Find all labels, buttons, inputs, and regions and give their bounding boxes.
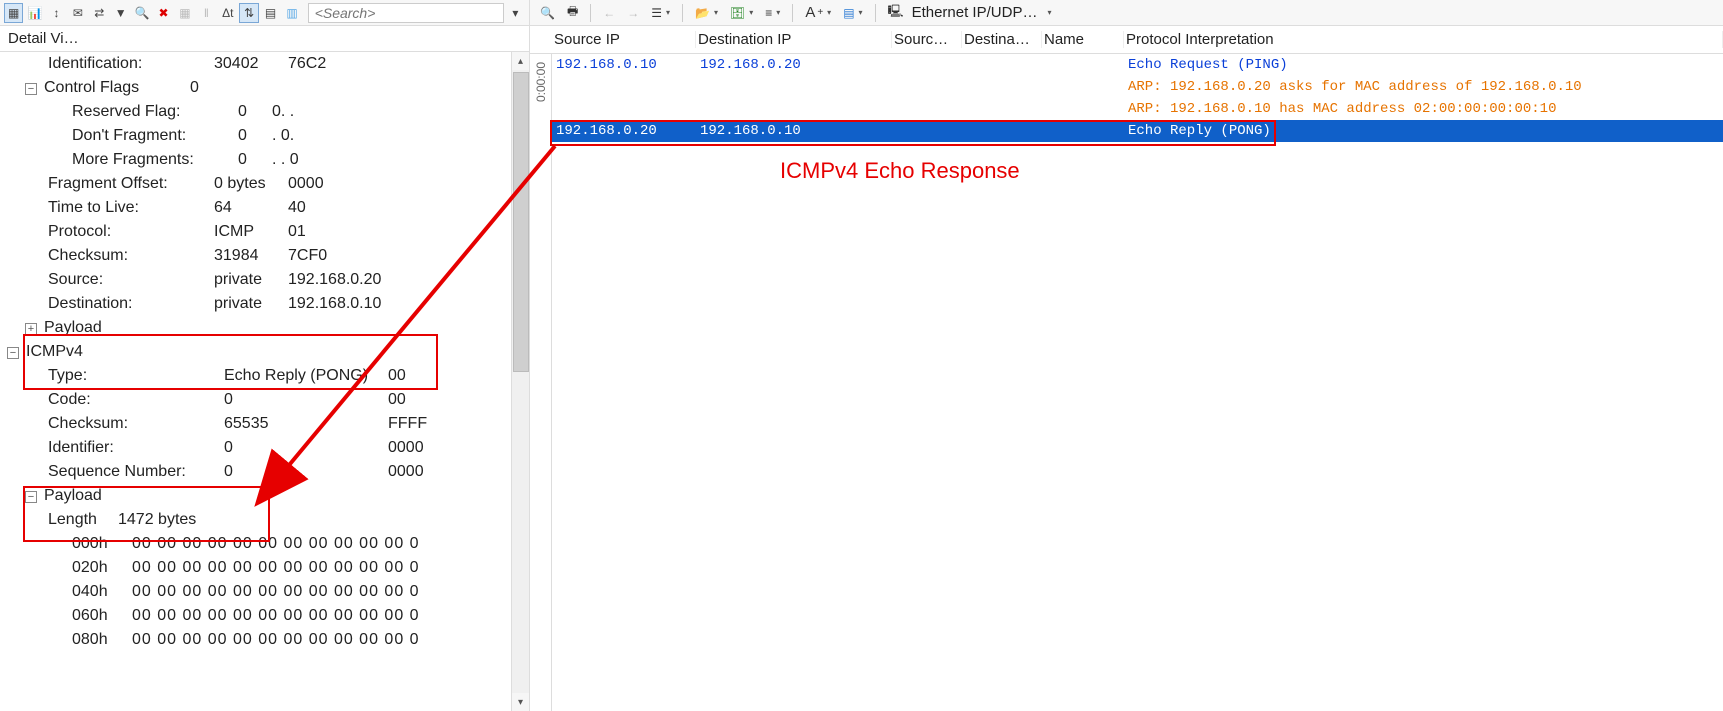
scroll-up-icon[interactable]: ▴ (512, 52, 529, 70)
ip-fragment-offset-row[interactable]: Fragment Offset: 0 bytes 0000 (0, 172, 502, 196)
packet-list[interactable]: 192.168.0.10192.168.0.20Echo Request (PI… (552, 54, 1723, 711)
rtb-font-icon[interactable]: A+▾ (801, 3, 835, 23)
hex-row-0[interactable]: 000h 00 00 00 00 00 00 00 00 00 00 00 0 (0, 532, 502, 556)
ip-reserved-flag-row[interactable]: Reserved Flag: 0 0. . (0, 100, 502, 124)
protocol-dropdown-label[interactable]: Ethernet IP/UDP… (912, 4, 1038, 21)
packet-row[interactable]: 192.168.0.10192.168.0.20 Echo Request (PI… (552, 54, 1723, 76)
rtb-db-icon[interactable]: 🗄▾ (726, 3, 757, 23)
toolbar-btn-9[interactable]: ▦ (175, 3, 194, 23)
collapse-icon[interactable]: − (6, 340, 26, 364)
ip-payload-row[interactable]: + Payload (0, 316, 502, 340)
ip-destination-row[interactable]: Destination: private 192.168.0.10 (0, 292, 502, 316)
rtb-device-icon[interactable]: 🖳 (884, 3, 908, 23)
packet-proto: ARP: 192.168.0.20 asks for MAC address o… (1128, 79, 1723, 95)
hex-row-3[interactable]: 060h 00 00 00 00 00 00 00 00 00 00 00 0 (0, 604, 502, 628)
rtb-open-icon[interactable]: 📂▾ (691, 3, 722, 23)
packet-row[interactable]: ARP: 192.168.0.10 has MAC address 02:00:… (552, 98, 1723, 120)
collapse-icon[interactable]: − (24, 76, 44, 100)
right-body: 0:00:00 192.168.0.10192.168.0.20Echo Req… (530, 54, 1723, 711)
ip-ttl-row[interactable]: Time to Live: 64 40 (0, 196, 502, 220)
toolbar-binoculars-icon[interactable]: 🔍 (132, 3, 151, 23)
hex-row-2[interactable]: 040h 00 00 00 00 00 00 00 00 00 00 00 0 (0, 580, 502, 604)
ip-source-row[interactable]: Source: private 192.168.0.20 (0, 268, 502, 292)
ip-protocol-row[interactable]: Protocol: ICMP 01 (0, 220, 502, 244)
packet-list-header[interactable]: Source IP Destination IP Sourc… Destina…… (530, 26, 1723, 54)
detail-tree[interactable]: Identification: 30402 76C2 − Control Fla… (0, 52, 502, 711)
ip-dont-fragment-row[interactable]: Don't Fragment: 0 . 0. (0, 124, 502, 148)
rtb-print-icon[interactable]: 🖶 (563, 3, 582, 23)
rtb-lines-icon[interactable]: ≡▾ (761, 3, 784, 23)
rtb-back-icon[interactable]: ← (599, 3, 619, 23)
scroll-thumb[interactable] (513, 72, 529, 372)
time-label: 0:00:00 (534, 62, 548, 102)
left-panel: ▦ 📊 ↕ ✉ ⇄ ▼ 🔍 ✖ ▦ ‖ Δt ⇅ ▤ ▥ ▾ Detail Vi… (0, 0, 530, 711)
scroll-down-icon[interactable]: ▾ (512, 693, 529, 711)
toolbar-btn-1[interactable]: ▦ (4, 3, 23, 23)
icmp-checksum-row[interactable]: Checksum: 65535 FFFF (0, 412, 502, 436)
hdr-source-port[interactable]: Sourc… (892, 31, 962, 48)
packet-row[interactable]: 192.168.0.20192.168.0.10 Echo Reply (PONG… (552, 120, 1723, 142)
detail-view-header: Detail Vi… (0, 26, 529, 52)
icmp-type-row[interactable]: Type: Echo Reply (PONG) 00 (0, 364, 502, 388)
hdr-protocol[interactable]: Protocol Interpretation (1124, 31, 1723, 48)
rtb-binoculars-icon[interactable]: 🔍 (536, 3, 559, 23)
right-toolbar: 🔍 🖶 ← → ☰▾ 📂▾ 🗄▾ ≡▾ A+▾ ▤▾ 🖳 Ethernet IP… (530, 0, 1723, 26)
ip-identification-row[interactable]: Identification: 30402 76C2 (0, 52, 502, 76)
packet-dstip: 192.168.0.10 (700, 123, 896, 139)
packet-srcip: 192.168.0.10 (556, 57, 700, 73)
search-input[interactable] (308, 3, 504, 23)
icmp-header-row[interactable]: − ICMPv4 (0, 340, 502, 364)
toolbar-btn-13[interactable]: ▤ (261, 3, 280, 23)
packet-srcip: 192.168.0.20 (556, 123, 700, 139)
rtb-forward-icon[interactable]: → (623, 3, 643, 23)
packet-row[interactable]: ARP: 192.168.0.20 asks for MAC address o… (552, 76, 1723, 98)
right-panel: 🔍 🖶 ← → ☰▾ 📂▾ 🗄▾ ≡▾ A+▾ ▤▾ 🖳 Ethernet IP… (530, 0, 1723, 711)
expand-icon[interactable]: + (24, 316, 44, 340)
toolbar-filter-icon[interactable]: ▼ (111, 3, 130, 23)
packet-proto: ARP: 192.168.0.10 has MAC address 02:00:… (1128, 101, 1723, 117)
hex-row-4[interactable]: 080h 00 00 00 00 00 00 00 00 00 00 00 0 (0, 628, 502, 652)
hdr-name[interactable]: Name (1042, 31, 1124, 48)
packet-proto: Echo Reply (PONG) (1128, 123, 1723, 139)
toolbar-btn-10[interactable]: ‖ (197, 3, 216, 23)
detail-view-title: Detail Vi… (8, 30, 79, 47)
collapse-icon[interactable]: − (24, 484, 44, 508)
hdr-dest-ip[interactable]: Destination IP (696, 31, 892, 48)
icmp-code-row[interactable]: Code: 0 00 (0, 388, 502, 412)
detail-body: Identification: 30402 76C2 − Control Fla… (0, 52, 529, 711)
packet-dstip: 192.168.0.20 (700, 57, 896, 73)
rtb-layout-icon[interactable]: ▤▾ (839, 3, 866, 23)
hdr-source-ip[interactable]: Source IP (552, 31, 696, 48)
icmp-identifier-row[interactable]: Identifier: 0 0000 (0, 436, 502, 460)
payload-header-row[interactable]: − Payload (0, 484, 502, 508)
toolbar-btn-3[interactable]: ↕ (47, 3, 66, 23)
rtb-tree-icon[interactable]: ☰▾ (647, 3, 674, 23)
left-toolbar: ▦ 📊 ↕ ✉ ⇄ ▼ 🔍 ✖ ▦ ‖ Δt ⇅ ▤ ▥ ▾ (0, 0, 529, 26)
toolbar-clear-icon[interactable]: ✖ (154, 3, 173, 23)
protocol-dropdown-icon[interactable]: ▾ (1041, 3, 1055, 23)
toolbar-btn-14[interactable]: ▥ (282, 3, 301, 23)
detail-scrollbar-v[interactable]: ▴ ▾ (511, 52, 529, 711)
toolbar-btn-4[interactable]: ✉ (68, 3, 87, 23)
time-gutter: 0:00:00 (530, 54, 552, 711)
ip-control-flags-row[interactable]: − Control Flags 0 (0, 76, 502, 100)
icmp-sequence-row[interactable]: Sequence Number: 0 0000 (0, 460, 502, 484)
ip-more-fragments-row[interactable]: More Fragments: 0 . . 0 (0, 148, 502, 172)
ip-checksum-row[interactable]: Checksum: 31984 7CF0 (0, 244, 502, 268)
toolbar-btn-12[interactable]: ⇅ (239, 3, 258, 23)
toolbar-delta-t[interactable]: Δt (218, 3, 237, 23)
hex-row-1[interactable]: 020h 00 00 00 00 00 00 00 00 00 00 00 0 (0, 556, 502, 580)
hdr-dest-port[interactable]: Destina… (962, 31, 1042, 48)
payload-length-row[interactable]: Length 1472 bytes (0, 508, 502, 532)
toolbar-btn-5[interactable]: ⇄ (90, 3, 109, 23)
toolbar-btn-2[interactable]: 📊 (25, 3, 44, 23)
packet-proto: Echo Request (PING) (1128, 57, 1723, 73)
search-dropdown-icon[interactable]: ▾ (506, 3, 525, 23)
